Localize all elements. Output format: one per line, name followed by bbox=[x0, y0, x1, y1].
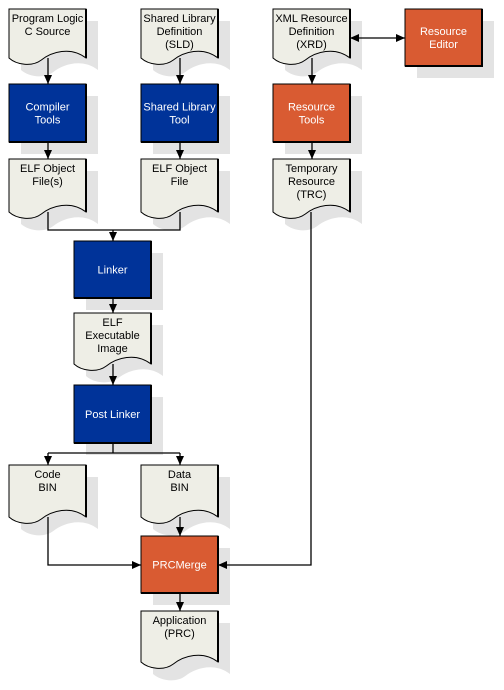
node-label: Resource bbox=[420, 26, 467, 38]
node-label: Tool bbox=[169, 115, 189, 127]
node-label: Resource bbox=[288, 176, 335, 188]
node-label: Definition bbox=[289, 26, 335, 38]
node-label: Data bbox=[168, 469, 192, 481]
node-label: Code bbox=[34, 469, 60, 481]
node-label: (PRC) bbox=[164, 628, 195, 640]
node-label: Editor bbox=[429, 39, 458, 51]
node-label: Resource bbox=[288, 102, 335, 114]
node-label: Image bbox=[97, 343, 128, 355]
shared-library-tool-node[interactable]: Shared LibraryTool bbox=[140, 83, 219, 143]
node-label: Shared Library bbox=[143, 102, 216, 114]
node-label: BIN bbox=[38, 482, 56, 494]
node-label: ELF Object bbox=[152, 163, 207, 175]
node-label: BIN bbox=[170, 482, 188, 494]
node-label: Application bbox=[153, 615, 207, 627]
node-label: XML Resource bbox=[275, 13, 347, 25]
node-label: Tools bbox=[35, 115, 61, 127]
node-label: ELF bbox=[102, 317, 122, 329]
node-label: ELF Object bbox=[20, 163, 75, 175]
resource-tools-node[interactable]: ResourceTools bbox=[272, 83, 351, 143]
node-label: Linker bbox=[98, 265, 128, 277]
resource-editor-node[interactable]: ResourceEditor bbox=[404, 8, 483, 67]
node-label: C Source bbox=[25, 26, 71, 38]
node-label: (SLD) bbox=[165, 39, 194, 51]
node-label: Program Logic bbox=[12, 13, 84, 25]
node-label: Executable bbox=[85, 330, 139, 342]
node-label: File bbox=[171, 176, 189, 188]
node-label: Compiler bbox=[25, 102, 69, 114]
node-label: Post Linker bbox=[85, 409, 140, 421]
node-label: PRCMerge bbox=[152, 560, 206, 572]
post-linker-node[interactable]: Post Linker bbox=[73, 384, 152, 444]
node-label: Shared Library bbox=[143, 13, 216, 25]
node-label: Definition bbox=[157, 26, 203, 38]
prcmerge-node[interactable]: PRCMerge bbox=[140, 535, 219, 594]
node-label: File(s) bbox=[32, 176, 63, 188]
compiler-tools-node[interactable]: CompilerTools bbox=[8, 83, 87, 143]
node-label: Tools bbox=[299, 115, 325, 127]
connector-arrow bbox=[218, 212, 312, 569]
node-label: (XRD) bbox=[296, 39, 327, 51]
node-label: Temporary bbox=[286, 163, 338, 175]
linker-node[interactable]: Linker bbox=[73, 240, 152, 299]
node-label: (TRC) bbox=[297, 189, 327, 201]
build-flow-diagram: Program LogicC SourceShared LibraryDefin… bbox=[8, 8, 494, 681]
